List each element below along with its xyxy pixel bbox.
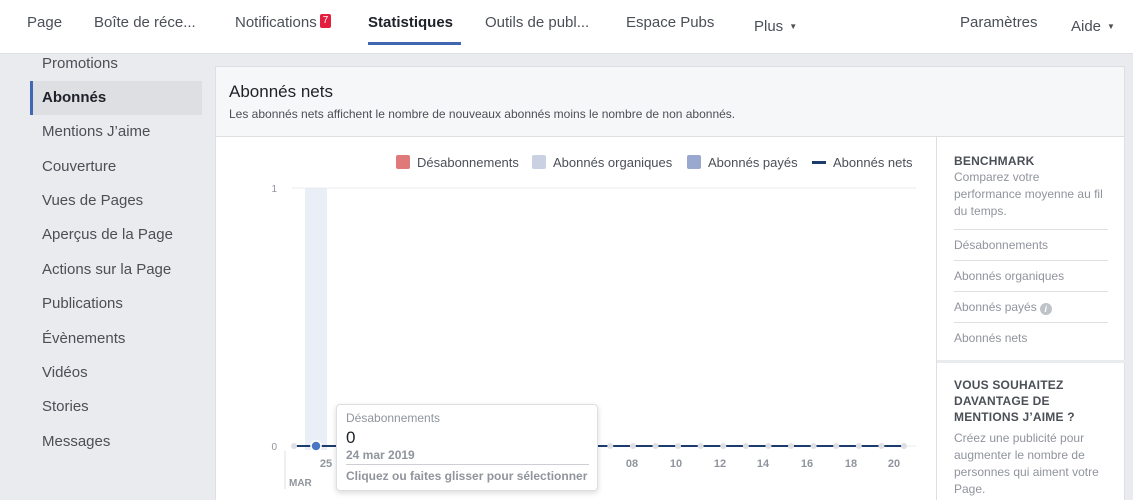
chevron-down-icon: ▼ — [789, 22, 798, 31]
sidebar-item-page-previews[interactable]: Aperçus de la Page — [30, 218, 202, 252]
x-tick-label: 16 — [801, 458, 813, 470]
benchmark-net-link[interactable]: Abonnés nets — [954, 322, 1108, 353]
nav-tab-ad-center[interactable]: Espace Pubs — [626, 14, 714, 31]
selected-data-point — [310, 440, 322, 452]
data-point — [901, 443, 907, 449]
tooltip-date: 24 mar 2019 — [346, 448, 415, 462]
x-month-label: MAR — [289, 478, 313, 489]
benchmark-unfollows-link[interactable]: Désabonnements — [954, 229, 1108, 260]
nav-help-menu[interactable]: Aide ▼ — [1071, 18, 1115, 35]
promo-title: VOUS SOUHAITEZ DAVANTAGE DE MENTIONS J’A… — [954, 378, 1075, 424]
net-followers-panel: Abonnés nets Les abonnés nets affichent … — [215, 66, 1125, 500]
nav-tab-inbox[interactable]: Boîte de réce... — [94, 14, 196, 31]
info-icon[interactable]: i — [1039, 303, 1052, 315]
selected-day-highlight — [305, 188, 327, 450]
data-point — [652, 443, 659, 449]
sidebar-item-followers[interactable]: Abonnés — [30, 81, 202, 115]
sidebar-item-promotions[interactable]: Promotions — [30, 47, 202, 81]
sidebar-item-page-views[interactable]: Vues de Pages — [30, 184, 202, 218]
data-point — [720, 443, 727, 449]
nav-help-label: Aide — [1071, 18, 1102, 35]
data-point — [765, 443, 772, 449]
x-tick-label: 10 — [670, 458, 682, 470]
nav-settings-link[interactable]: Paramètres — [960, 14, 1038, 31]
sidebar-item-videos[interactable]: Vidéos — [30, 356, 202, 390]
data-point — [878, 443, 885, 449]
tooltip-hint: Cliquez ou faites glisser pour sélection… — [346, 469, 588, 483]
sidebar-item-likes[interactable]: Mentions J’aime — [30, 115, 202, 149]
data-point — [291, 443, 297, 449]
x-tick-label: 12 — [714, 458, 726, 470]
tooltip-value: 0 — [346, 428, 356, 447]
x-tick-label: 08 — [626, 458, 638, 470]
nav-tab-publishing-tools[interactable]: Outils de publ... — [485, 14, 589, 31]
sidebar-item-posts[interactable]: Publications — [30, 287, 202, 321]
benchmark-title: BENCHMARK — [954, 154, 1035, 168]
data-point — [629, 443, 636, 449]
nav-more-menu[interactable]: Plus ▼ — [754, 18, 797, 35]
sidebar-item-stories[interactable]: Stories — [30, 390, 202, 424]
benchmark-intro: BENCHMARK Comparez votre performance moy… — [954, 154, 1108, 220]
y-tick-label: 0 — [271, 442, 277, 453]
promo-description: Créez une publicité pour augmenter le no… — [954, 431, 1099, 496]
benchmark-organic-link[interactable]: Abonnés organiques — [954, 260, 1108, 291]
promo-block: VOUS SOUHAITEZ DAVANTAGE DE MENTIONS J’A… — [954, 377, 1108, 498]
nav-more-label: Plus — [754, 18, 784, 35]
benchmark-column: BENCHMARK Comparez votre performance moy… — [936, 137, 1125, 500]
nav-tab-page[interactable]: Page — [27, 14, 62, 31]
tooltip-label: Désabonnements — [346, 411, 441, 425]
x-tick-label: 14 — [757, 458, 770, 470]
nav-tab-insights[interactable]: Statistiques — [368, 14, 453, 31]
benchmark-paid-link[interactable]: Abonnés payés i — [954, 291, 1108, 322]
notification-badge: 7 — [319, 14, 332, 28]
nav-tab-notifications-label: Notifications — [235, 14, 317, 31]
data-point — [855, 443, 862, 449]
sidebar-item-page-actions[interactable]: Actions sur la Page — [30, 253, 202, 287]
benchmark-description: Comparez votre performance moyenne au fi… — [954, 170, 1103, 218]
active-tab-indicator — [368, 42, 461, 45]
nav-tab-notifications[interactable]: Notifications 7 — [235, 14, 332, 31]
data-point — [810, 443, 817, 449]
sidebar-item-events[interactable]: Évènements — [30, 322, 202, 356]
data-point — [697, 443, 704, 449]
sidebar-item-reach[interactable]: Couverture — [30, 150, 202, 184]
x-tick-label: 25 — [320, 458, 332, 470]
tooltip-divider — [346, 464, 589, 465]
chart-tooltip: Désabonnements 0 24 mar 2019 Cliquez ou … — [336, 404, 598, 491]
data-point — [742, 443, 749, 449]
chevron-down-icon: ▼ — [1107, 22, 1115, 31]
sidebar-item-messages[interactable]: Messages — [30, 425, 202, 459]
x-tick-label: 20 — [888, 458, 900, 470]
y-tick-label: 1 — [271, 184, 277, 195]
benchmark-paid-label: Abonnés payés — [954, 300, 1037, 314]
data-point — [788, 443, 795, 449]
section-divider — [937, 360, 1125, 363]
data-point — [675, 443, 682, 449]
top-navigation: Page Boîte de réce... Notifications 7 Sta… — [0, 0, 1133, 54]
data-point — [833, 443, 840, 449]
x-tick-label: 18 — [845, 458, 857, 470]
data-point — [607, 443, 614, 449]
